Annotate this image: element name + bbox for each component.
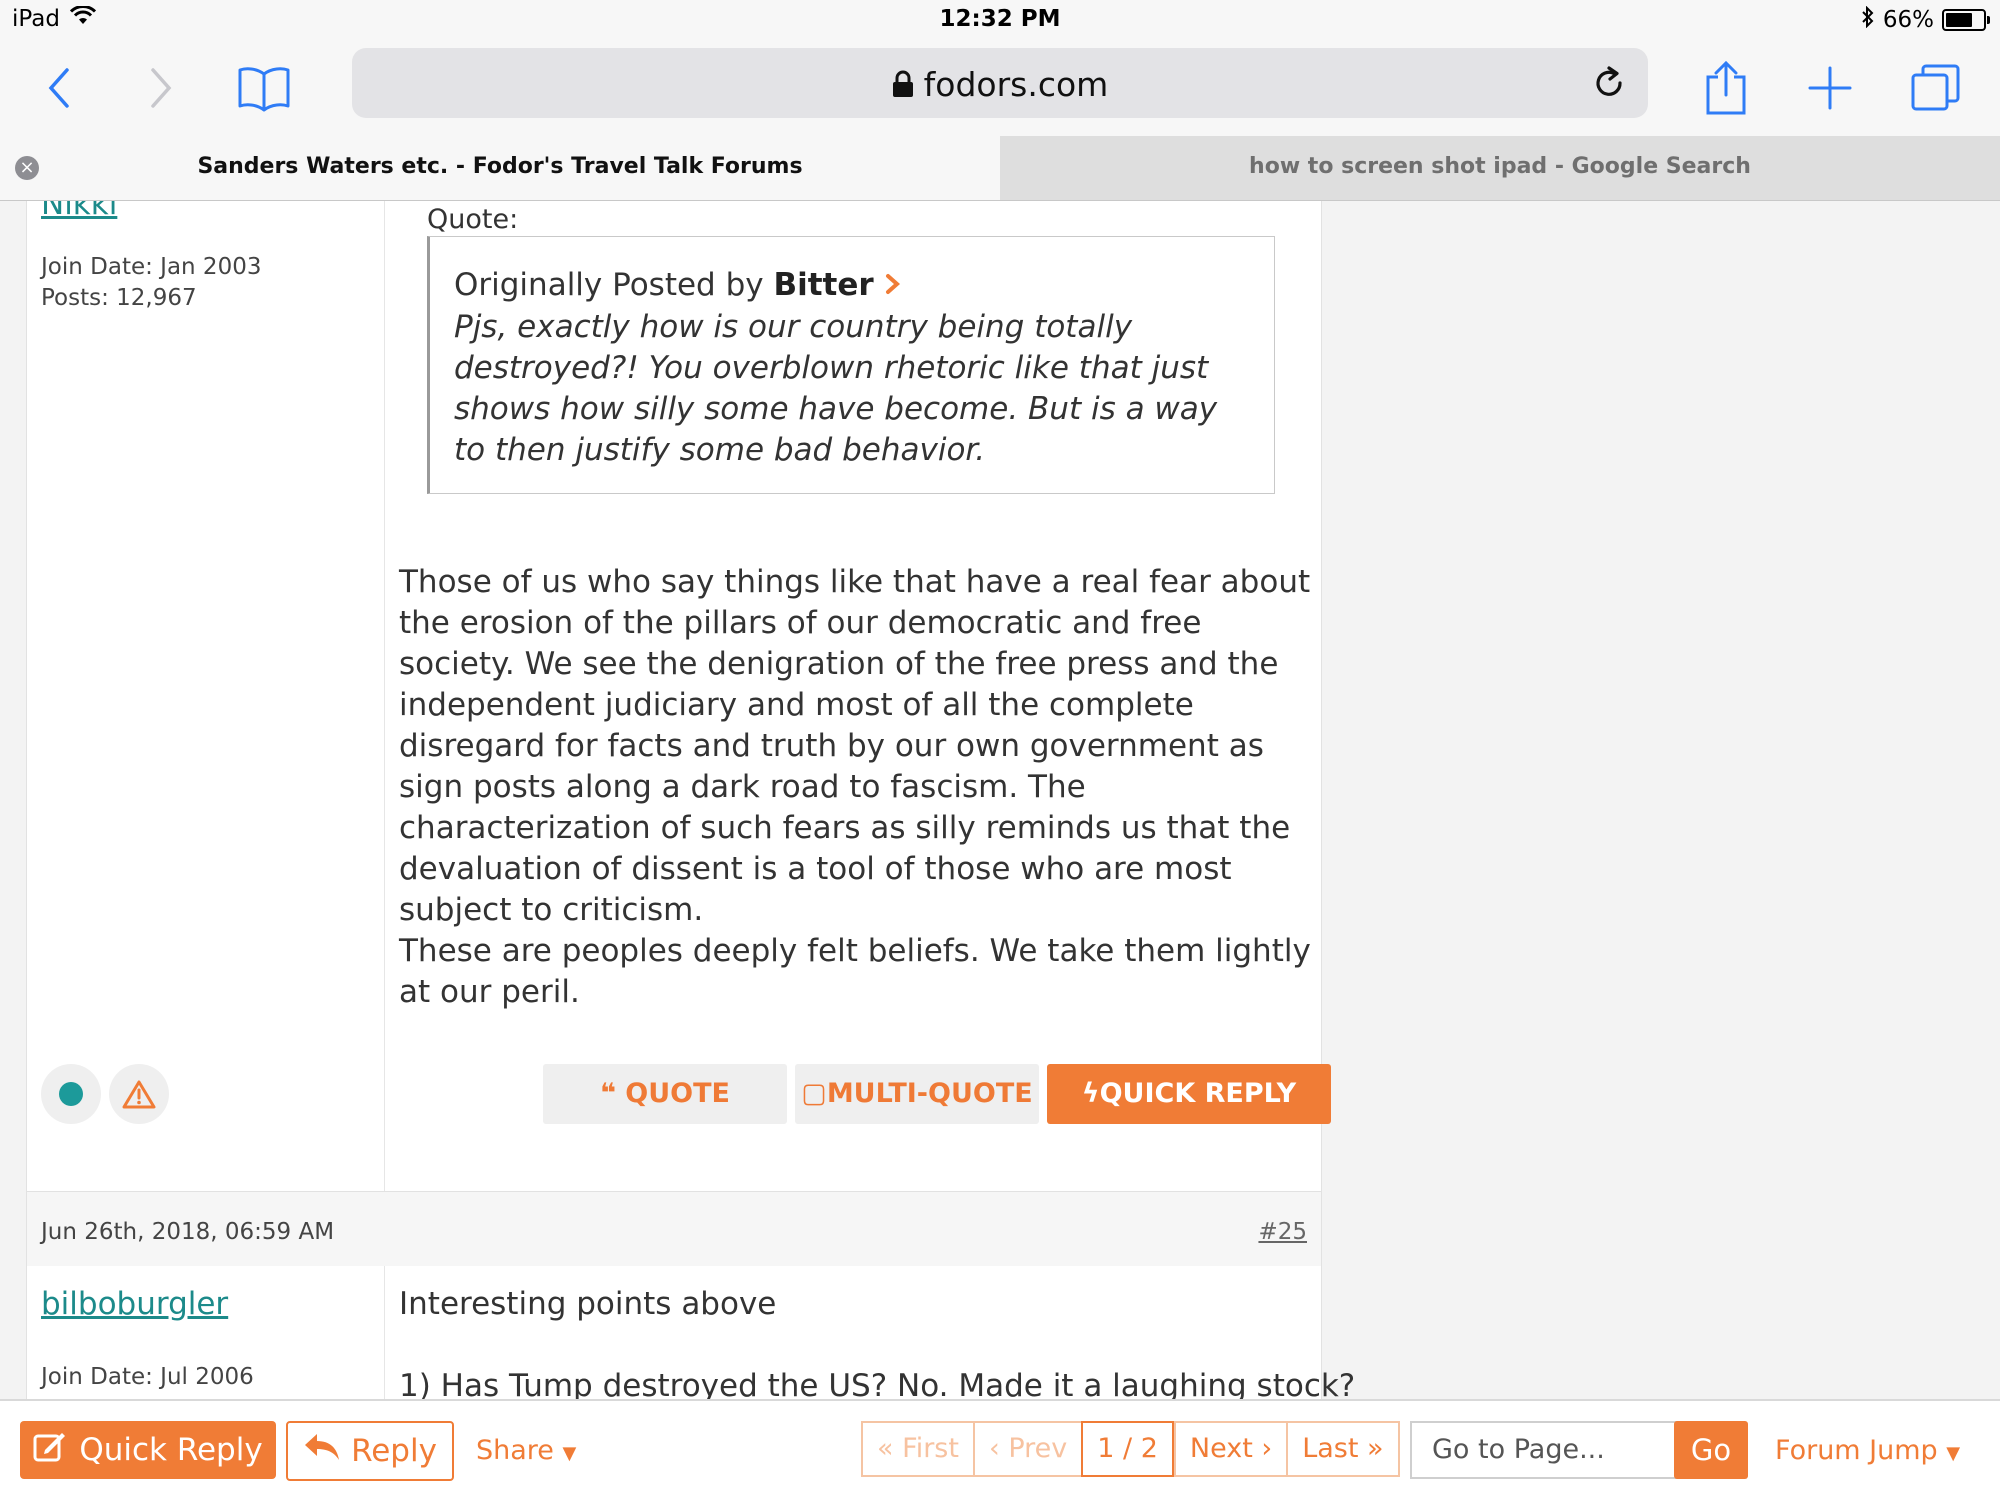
post-paragraph: 1) Has Tump destroyed the US? No. Made i… bbox=[399, 1368, 1356, 1399]
post-header: Jun 26th, 2018, 06:59 AM #25 bbox=[27, 1192, 1321, 1266]
multi-quote-button[interactable]: ▢MULTI-QUOTE bbox=[795, 1064, 1039, 1124]
thread-action-bar: Quick Reply Reply Share ▼ « First ‹ Prev… bbox=[0, 1399, 2000, 1502]
tabs-icon bbox=[1911, 64, 1960, 111]
author-posts: Posts: 12,967 bbox=[41, 285, 197, 311]
share-icon bbox=[1706, 61, 1746, 115]
reply-button[interactable]: Reply bbox=[286, 1421, 454, 1481]
tab-strip: × Sanders Waters etc. - Fodor's Travel T… bbox=[0, 136, 2000, 201]
book-icon bbox=[238, 67, 290, 112]
post-date: Jun 26th, 2018, 06:59 AM bbox=[41, 1219, 335, 1245]
quote-marks-icon: ❝ bbox=[600, 1078, 616, 1109]
double-chevron-left-icon: « bbox=[877, 1433, 894, 1464]
battery-percent: 66% bbox=[1882, 7, 1934, 33]
prev-page-button[interactable]: ‹ Prev bbox=[972, 1421, 1082, 1477]
forum-thread: Nikki Join Date: Jan 2003 Posts: 12,967 … bbox=[0, 201, 2000, 1399]
author-join-date: Join Date: Jul 2006 bbox=[41, 1364, 254, 1390]
url-text: fodors.com bbox=[923, 65, 1109, 104]
report-post-button[interactable] bbox=[109, 1064, 169, 1124]
chevron-left-icon bbox=[48, 68, 69, 108]
tabs-overview-button[interactable] bbox=[1906, 58, 1966, 118]
battery-icon bbox=[1942, 9, 1990, 31]
checkbox-icon: ▢ bbox=[801, 1078, 827, 1109]
author-username[interactable]: bilboburgler bbox=[41, 1286, 228, 1322]
quote-prefix: Originally Posted by bbox=[454, 267, 764, 303]
new-tab-button[interactable] bbox=[1800, 58, 1860, 118]
chevron-right-icon: › bbox=[1261, 1433, 1273, 1464]
author-join-date: Join Date: Jan 2003 bbox=[41, 254, 262, 280]
forum-jump-dropdown[interactable]: Forum Jump ▼ bbox=[1775, 1435, 1960, 1466]
plus-icon bbox=[1808, 66, 1852, 110]
quote-label: Quote: bbox=[427, 204, 519, 235]
status-bar: iPad 12:32 PM 66% bbox=[0, 0, 2000, 40]
forum-post: Jun 26th, 2018, 06:59 AM #25 bilboburgle… bbox=[26, 1191, 1355, 1399]
post-paragraph: These are peoples deeply felt beliefs. W… bbox=[399, 933, 1311, 1010]
post-paragraph: Interesting points above bbox=[399, 1286, 777, 1322]
go-button[interactable]: Go bbox=[1674, 1421, 1748, 1479]
chevron-right-icon bbox=[151, 68, 172, 108]
address-bar[interactable]: fodors.com bbox=[352, 48, 1648, 118]
post-body: Quote: Originally Posted by Bitter Pjs, … bbox=[385, 201, 1331, 1355]
tab-title: Sanders Waters etc. - Fodor's Travel Tal… bbox=[197, 154, 803, 179]
post-author-pane: bilboburgler Join Date: Jul 2006 bbox=[27, 1266, 385, 1399]
chevron-left-icon: ‹ bbox=[988, 1433, 1000, 1464]
caret-down-icon: ▼ bbox=[1946, 1443, 1961, 1464]
bolt-icon: ϟ bbox=[1081, 1078, 1100, 1109]
online-status-button[interactable] bbox=[41, 1064, 101, 1124]
online-dot-icon bbox=[59, 1082, 83, 1106]
post-body: Interesting points above 1) Has Tump des… bbox=[385, 1266, 1355, 1399]
tab-fodors[interactable]: × Sanders Waters etc. - Fodor's Travel T… bbox=[0, 136, 1000, 200]
edit-icon bbox=[33, 1430, 67, 1470]
browser-toolbar: fodors.com bbox=[0, 40, 2000, 136]
back-button[interactable] bbox=[30, 58, 90, 118]
quick-reply-button[interactable]: Quick Reply bbox=[20, 1421, 276, 1479]
clock: 12:32 PM bbox=[939, 6, 1061, 32]
current-page: 1 / 2 bbox=[1081, 1421, 1174, 1477]
share-dropdown[interactable]: Share ▼ bbox=[476, 1435, 576, 1466]
post-permalink[interactable]: #25 bbox=[1258, 1219, 1307, 1245]
quick-reply-action-button[interactable]: ϟQUICK REPLY bbox=[1047, 1064, 1331, 1124]
share-sheet-button[interactable] bbox=[1696, 58, 1756, 118]
tab-title: how to screen shot ipad - Google Search bbox=[1249, 154, 1751, 179]
author-username[interactable]: Nikki bbox=[41, 201, 117, 222]
go-to-page-input[interactable]: Go to Page... bbox=[1410, 1421, 1686, 1479]
forward-button[interactable] bbox=[130, 58, 190, 118]
bookmarks-button[interactable] bbox=[234, 58, 294, 118]
last-page-button[interactable]: Last » bbox=[1286, 1421, 1400, 1477]
lock-icon bbox=[892, 67, 914, 106]
quote-author[interactable]: Bitter bbox=[773, 267, 873, 303]
pagination: « First ‹ Prev 1 / 2 Next › Last » bbox=[861, 1421, 1400, 1477]
quote-button[interactable]: ❝ QUOTE bbox=[543, 1064, 787, 1124]
quote-text: Pjs, exactly how is our country being to… bbox=[454, 309, 1218, 468]
post-author-pane: Nikki Join Date: Jan 2003 Posts: 12,967 bbox=[27, 201, 385, 1355]
bluetooth-icon bbox=[1861, 5, 1875, 34]
tab-google-search[interactable]: how to screen shot ipad - Google Search bbox=[1000, 136, 2000, 200]
double-chevron-right-icon: » bbox=[1367, 1433, 1384, 1464]
quote-block: Originally Posted by Bitter Pjs, exactly… bbox=[427, 236, 1275, 494]
forum-post: Nikki Join Date: Jan 2003 Posts: 12,967 … bbox=[26, 201, 1331, 1356]
warning-icon bbox=[122, 1080, 156, 1109]
next-page-button[interactable]: Next › bbox=[1173, 1421, 1287, 1477]
reload-icon bbox=[1596, 66, 1622, 96]
caret-down-icon: ▼ bbox=[562, 1443, 577, 1464]
first-page-button[interactable]: « First bbox=[861, 1421, 973, 1477]
reply-arrow-icon bbox=[303, 1432, 341, 1470]
post-paragraph: Those of us who say things like that hav… bbox=[399, 564, 1311, 928]
reload-button[interactable] bbox=[1586, 60, 1632, 106]
view-post-icon[interactable] bbox=[884, 267, 902, 303]
